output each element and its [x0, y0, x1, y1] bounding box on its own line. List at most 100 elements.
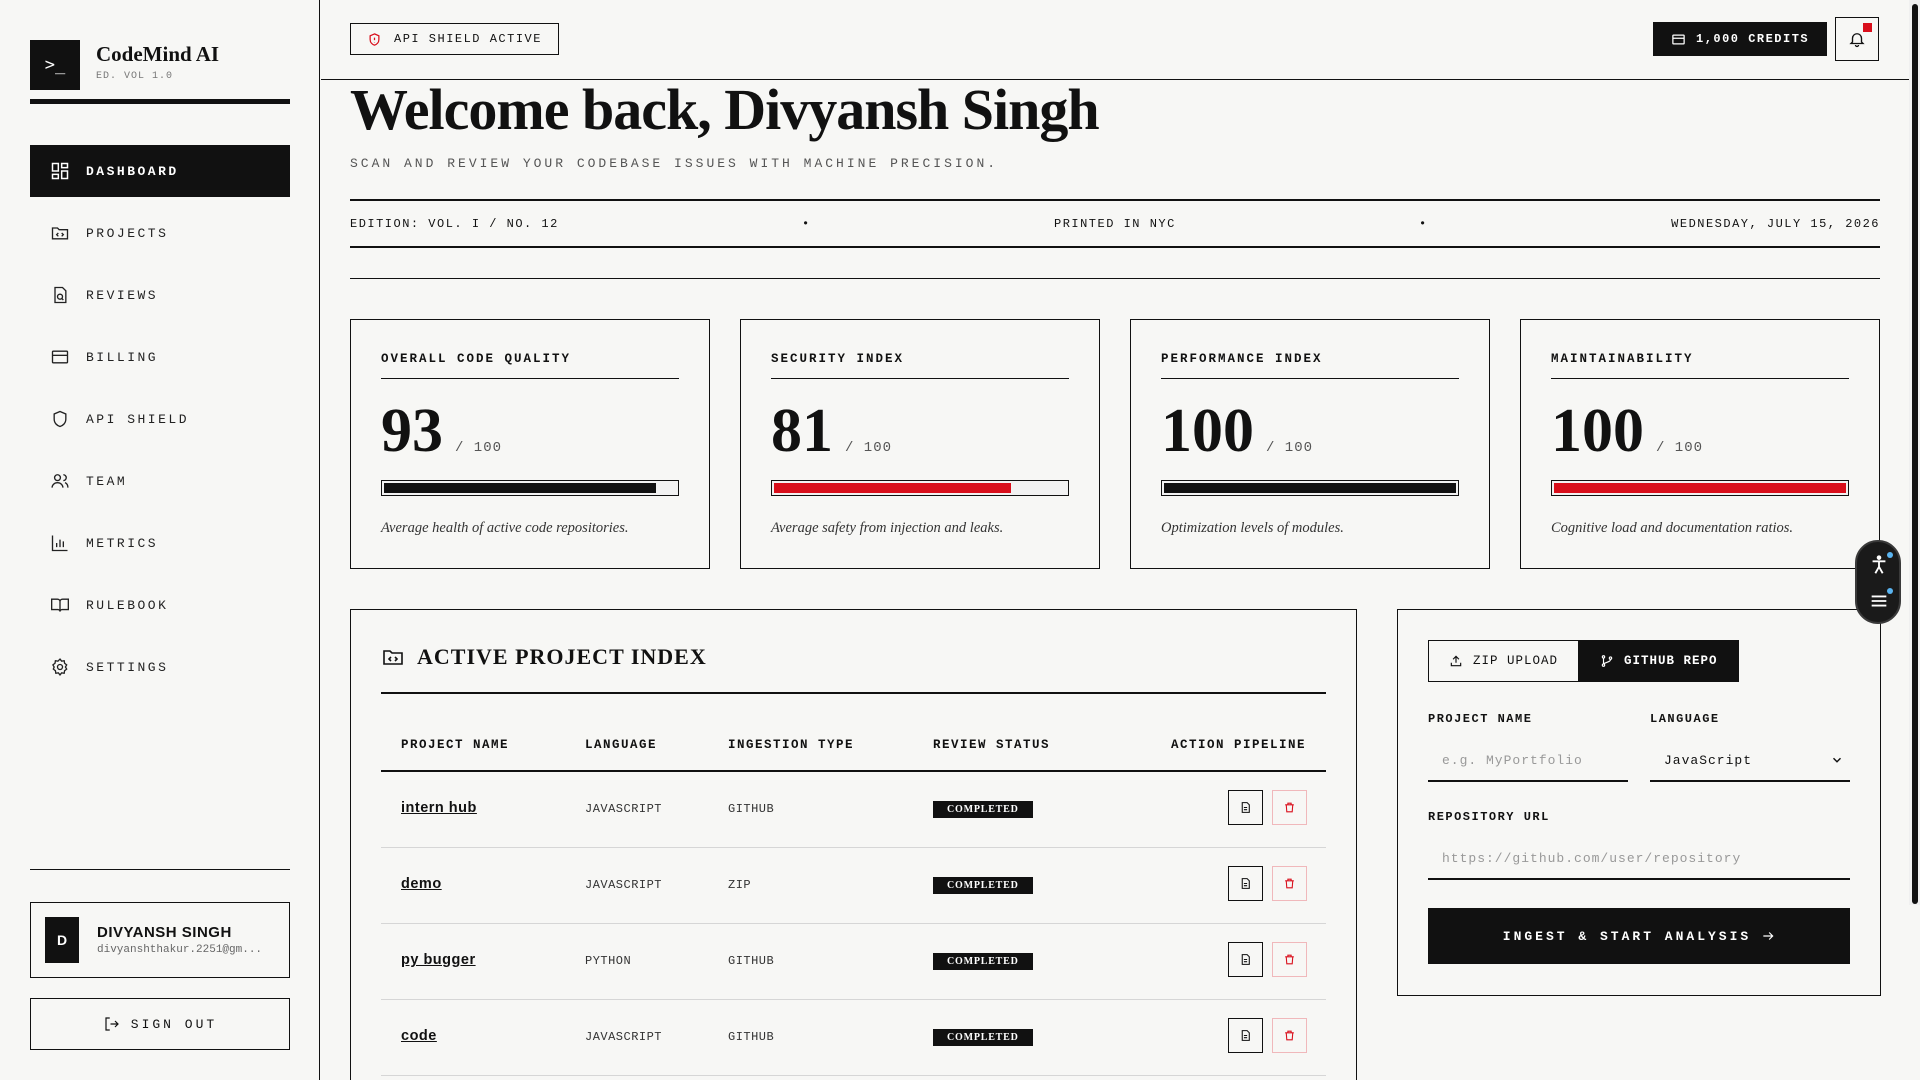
- user-email: divyanshthakur.2251@gm...: [97, 944, 263, 956]
- table-header: PROJECT NAME LANGUAGE INGESTION TYPE REV…: [381, 728, 1326, 772]
- metric-max: / 100: [1656, 440, 1704, 456]
- metric-description: Cognitive load and documentation ratios.: [1551, 520, 1794, 536]
- project-name-link[interactable]: intern hub: [401, 800, 477, 816]
- tab-label: GITHUB REPO: [1624, 654, 1718, 668]
- metric-progress-fill: [774, 483, 1011, 493]
- delete-project-button[interactable]: [1272, 790, 1307, 825]
- metric-title: PERFORMANCE INDEX: [1161, 352, 1459, 379]
- project-ingestion-type: GITHUB: [728, 802, 775, 816]
- notifications-button[interactable]: [1835, 17, 1879, 61]
- trash-icon: [1285, 802, 1294, 813]
- view-report-button[interactable]: [1228, 866, 1263, 901]
- metric-progress-fill: [1554, 483, 1846, 493]
- column-header: PROJECT NAME: [401, 738, 510, 752]
- sidebar-item-projects[interactable]: PROJECTS: [30, 207, 290, 259]
- metric-progress-bar: [1551, 480, 1849, 496]
- sign-out-button[interactable]: SIGN OUT: [30, 998, 290, 1050]
- metric-progress-bar: [381, 480, 679, 496]
- delete-project-button[interactable]: [1272, 866, 1307, 901]
- edition-strip: EDITION: VOL. I / NO. 12 • PRINTED IN NY…: [350, 199, 1880, 248]
- metric-score: 81 / 100: [771, 396, 892, 467]
- bell-icon: [1849, 33, 1865, 48]
- accessibility-widget: [1855, 540, 1901, 624]
- project-name-input[interactable]: [1442, 752, 1628, 768]
- project-name-link[interactable]: py bugger: [401, 952, 476, 968]
- metric-value: 93: [381, 397, 443, 465]
- status-badge: COMPLETED: [933, 1029, 1033, 1046]
- column-header: REVIEW STATUS: [933, 738, 1051, 752]
- file-search-icon: [54, 286, 67, 304]
- metric-progress-fill: [384, 483, 656, 493]
- project-name-link[interactable]: demo: [401, 876, 442, 892]
- language-select[interactable]: JavaScript: [1650, 740, 1850, 782]
- project-language: JAVASCRIPT: [585, 1030, 663, 1044]
- ingest-source-tabs: ZIP UPLOAD GITHUB REPO: [1428, 640, 1739, 682]
- file-text-icon: [1241, 802, 1250, 813]
- metric-progress-bar: [771, 480, 1069, 496]
- view-report-button[interactable]: [1228, 942, 1263, 977]
- panel-header: ACTIVE PROJECT INDEX: [381, 644, 1326, 694]
- divider: [30, 869, 290, 870]
- scrollbar-thumb[interactable]: [1912, 4, 1918, 904]
- sidebar-item-team[interactable]: TEAM: [30, 455, 290, 507]
- project-name-field[interactable]: [1428, 740, 1628, 782]
- metric-max: / 100: [845, 440, 893, 456]
- repository-url-input[interactable]: [1442, 850, 1850, 866]
- metric-card-performance: PERFORMANCE INDEX 100 / 100 Optimization …: [1130, 319, 1490, 569]
- tab-github-repo[interactable]: GITHUB REPO: [1579, 640, 1739, 682]
- metric-score: 100 / 100: [1161, 396, 1313, 467]
- credits-button[interactable]: 1,000 CREDITS: [1653, 22, 1828, 56]
- status-badge: COMPLETED: [933, 953, 1033, 970]
- metric-max: / 100: [455, 440, 503, 456]
- git-branch-icon: [1601, 655, 1613, 667]
- user-card[interactable]: D DIVYANSH SINGH divyanshthakur.2251@gm.…: [30, 902, 290, 978]
- sidebar-item-dashboard[interactable]: DASHBOARD: [30, 145, 290, 197]
- reading-menu-icon[interactable]: [1868, 590, 1890, 612]
- repository-url-field[interactable]: [1428, 838, 1850, 880]
- sidebar-item-label: API SHIELD: [86, 411, 190, 427]
- printed-label: PRINTED IN NYC: [1054, 217, 1176, 231]
- indicator-dot: [1887, 588, 1893, 594]
- metric-progress-fill: [1164, 483, 1456, 493]
- accessibility-icon[interactable]: [1868, 554, 1890, 576]
- sidebar-item-label: RULEBOOK: [86, 597, 169, 613]
- sidebar-item-settings[interactable]: SETTINGS: [30, 641, 290, 693]
- table-row: code JAVASCRIPT GITHUB COMPLETED: [381, 1000, 1326, 1076]
- column-header: ACTION PIPELINE: [1170, 738, 1306, 752]
- sidebar-item-rulebook[interactable]: RULEBOOK: [30, 579, 290, 631]
- metric-max: / 100: [1266, 440, 1314, 456]
- projects-table: PROJECT NAME LANGUAGE INGESTION TYPE REV…: [381, 728, 1326, 1076]
- arrow-right-icon: [1763, 932, 1774, 940]
- edition-label: EDITION: VOL. I / NO. 12: [350, 217, 559, 231]
- delete-project-button[interactable]: [1272, 1018, 1307, 1053]
- delete-project-button[interactable]: [1272, 942, 1307, 977]
- book-open-icon: [51, 598, 69, 612]
- file-text-icon: [1241, 954, 1250, 965]
- metric-value: 81: [771, 397, 833, 465]
- metric-progress-bar: [1161, 480, 1459, 496]
- upload-icon: [1450, 655, 1462, 667]
- api-shield-status-badge[interactable]: API SHIELD ACTIVE: [350, 23, 559, 55]
- sidebar-item-api-shield[interactable]: API SHIELD: [30, 393, 290, 445]
- file-text-icon: [1241, 1030, 1250, 1041]
- ingest-start-analysis-button[interactable]: INGEST & START ANALYSIS: [1428, 908, 1850, 964]
- credit-card-icon: [51, 350, 69, 364]
- view-report-button[interactable]: [1228, 1018, 1263, 1053]
- project-name-link[interactable]: code: [401, 1028, 437, 1044]
- button-label: INGEST & START ANALYSIS: [1502, 928, 1752, 944]
- page-title: Welcome back, Divyansh Singh: [350, 77, 1100, 142]
- project-name-label: PROJECT NAME: [1428, 712, 1533, 726]
- log-out-icon: [105, 1017, 119, 1031]
- avatar: D: [45, 917, 79, 963]
- metric-score: 93 / 100: [381, 396, 502, 467]
- gear-icon: [52, 658, 68, 676]
- metric-value: 100: [1551, 397, 1644, 465]
- metric-description: Average health of active code repositori…: [381, 520, 629, 536]
- view-report-button[interactable]: [1228, 790, 1263, 825]
- sidebar-item-metrics[interactable]: METRICS: [30, 517, 290, 569]
- sidebar-item-billing[interactable]: BILLING: [30, 331, 290, 383]
- sidebar-item-reviews[interactable]: REVIEWS: [30, 269, 290, 321]
- tab-zip-upload[interactable]: ZIP UPLOAD: [1428, 640, 1580, 682]
- metric-title: SECURITY INDEX: [771, 352, 1069, 379]
- table-row: py bugger PYTHON GITHUB COMPLETED: [381, 924, 1326, 1000]
